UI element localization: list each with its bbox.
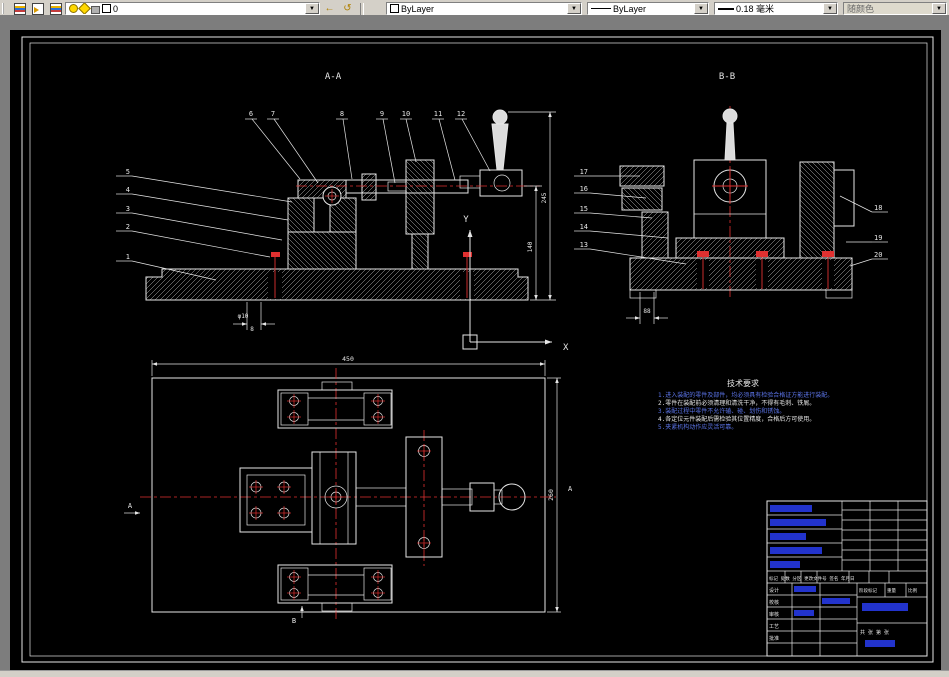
plotstyle-value: 随颜色	[847, 4, 875, 14]
tech-req-line: 3.装配过程中零件不允许磕、碰、划伤和锈蚀。	[658, 407, 785, 415]
callout-1[interactable]: 1	[126, 253, 130, 261]
layer-freeze-icon[interactable]	[78, 3, 91, 14]
callout-17[interactable]: 17	[580, 168, 588, 176]
callout-20[interactable]: 20	[874, 251, 882, 259]
axis-y-label: Y	[463, 215, 469, 225]
drawing-viewport[interactable]: A-A 6 7 8 9 10 11 12 5 4 3 2 1 245 140 φ…	[0, 15, 949, 677]
toolbar-separator	[360, 2, 364, 15]
color-dropdown[interactable]: ByLayer ▼	[386, 2, 582, 15]
dim-bb-base: 88	[643, 308, 651, 315]
axis-x-label: X	[563, 343, 569, 353]
lineweight-value: 0.18 毫米	[736, 4, 775, 14]
title-block-weight-label: 重量	[887, 587, 896, 594]
layer-lock-icon[interactable]	[91, 5, 100, 14]
callout-2[interactable]: 2	[126, 223, 130, 231]
layer-tools-button[interactable]	[47, 2, 64, 15]
callout-19[interactable]: 19	[874, 234, 882, 242]
layer-properties-button[interactable]	[11, 2, 28, 15]
layer-previous-button[interactable]: ↺	[339, 2, 356, 15]
layer-previous-icon: ↺	[343, 2, 352, 14]
layer-color-chip	[102, 4, 111, 13]
dim-plan-width: 450	[342, 355, 354, 363]
title-block-row-label: 设计	[769, 587, 779, 594]
callout-3[interactable]: 3	[126, 205, 130, 213]
title-block-sheet-label: 共 张 第 张	[860, 629, 889, 636]
current-color-chip	[390, 4, 399, 13]
view-label-aa: A-A	[325, 72, 342, 82]
tech-req-title: 技术要求	[727, 378, 759, 388]
title-block-row-label: 工艺	[769, 624, 779, 630]
tech-req-line: 2.零件在装配前必须清理和清洗干净，不得有毛刺、铁屑。	[658, 399, 815, 407]
make-object-layer-current-button[interactable]: ←	[321, 2, 338, 15]
tech-req-line: 1.进入装配的零件及部件，均必须具有检验合格证方能进行装配。	[658, 391, 833, 399]
cad-window: 0 ▼ ← ↺ ByLayer ▼ ByLayer ▼ 0.18 毫米 ▼ 随颜…	[0, 0, 949, 677]
title-block-scale-label: 比例	[908, 587, 917, 594]
callout-10[interactable]: 10	[402, 110, 410, 118]
callout-16[interactable]: 16	[580, 185, 588, 193]
title-block-header-row: 标记 处数 分区 更改文件号 签名 年月日	[769, 575, 855, 582]
dropdown-arrow-icon[interactable]: ▼	[694, 3, 708, 14]
layers-stack-icon	[49, 2, 62, 15]
callout-14[interactable]: 14	[580, 223, 588, 231]
lineweight-sample-icon	[718, 7, 734, 10]
callout-12[interactable]: 12	[457, 110, 465, 118]
color-value: ByLayer	[401, 3, 435, 14]
layer-sheet-icon	[31, 2, 44, 15]
linetype-value: ByLayer	[613, 3, 647, 14]
callout-7[interactable]: 7	[271, 110, 275, 118]
make-current-icon: ←	[324, 2, 335, 14]
callout-8[interactable]: 8	[340, 110, 344, 118]
toolbar-grip[interactable]	[2, 3, 8, 14]
callout-5[interactable]: 5	[126, 168, 130, 176]
dim-aa-lower: 140	[527, 241, 534, 252]
layer-name: 0	[113, 3, 119, 14]
linetype-dropdown[interactable]: ByLayer ▼	[587, 2, 709, 15]
title-block-row-label: 校核	[769, 599, 779, 606]
dropdown-arrow-icon[interactable]: ▼	[823, 3, 837, 14]
callout-18[interactable]: 18	[874, 204, 882, 212]
dim-aa-total: 245	[541, 192, 548, 203]
callout-4[interactable]: 4	[126, 186, 130, 194]
dropdown-arrow-icon[interactable]: ▼	[567, 3, 581, 14]
callout-15[interactable]: 15	[580, 205, 588, 213]
layer-states-button[interactable]	[29, 2, 46, 15]
layer-dropdown[interactable]: 0 ▼	[65, 2, 320, 15]
linetype-sample-icon	[591, 8, 611, 9]
title-block-row-label: 审核	[769, 611, 779, 618]
title-block-row-label: 批准	[769, 635, 779, 642]
dim-aa-hole-fit: 8	[250, 326, 254, 333]
window-bottom-edge	[0, 670, 949, 677]
title-block-stage-label: 阶段标记	[859, 587, 877, 594]
layer-on-icon[interactable]	[69, 4, 78, 13]
dropdown-arrow-icon[interactable]: ▼	[932, 3, 946, 14]
tech-req-line: 5.夹紧机构动作应灵活可靠。	[658, 423, 737, 431]
section-mark-b-bottom: B	[292, 617, 296, 625]
view-label-bb: B-B	[719, 72, 735, 82]
plotstyle-dropdown[interactable]: 随颜色 ▼	[843, 2, 947, 15]
callout-11[interactable]: 11	[434, 110, 442, 118]
lineweight-dropdown[interactable]: 0.18 毫米 ▼	[714, 2, 838, 15]
dim-plan-depth: 260	[547, 489, 555, 501]
callout-13[interactable]: 13	[580, 241, 588, 249]
callout-6[interactable]: 6	[249, 110, 253, 118]
tech-req-line: 4.各定位元件装配后需检验其位置精度，合格后方可使用。	[658, 415, 815, 423]
dropdown-arrow-icon[interactable]: ▼	[305, 3, 319, 14]
callout-9[interactable]: 9	[380, 110, 384, 118]
layers-icon	[13, 2, 26, 15]
drawing-canvas[interactable]: A-A 6 7 8 9 10 11 12 5 4 3 2 1 245 140 φ…	[0, 15, 949, 677]
dim-aa-hole: φ10	[238, 313, 249, 320]
